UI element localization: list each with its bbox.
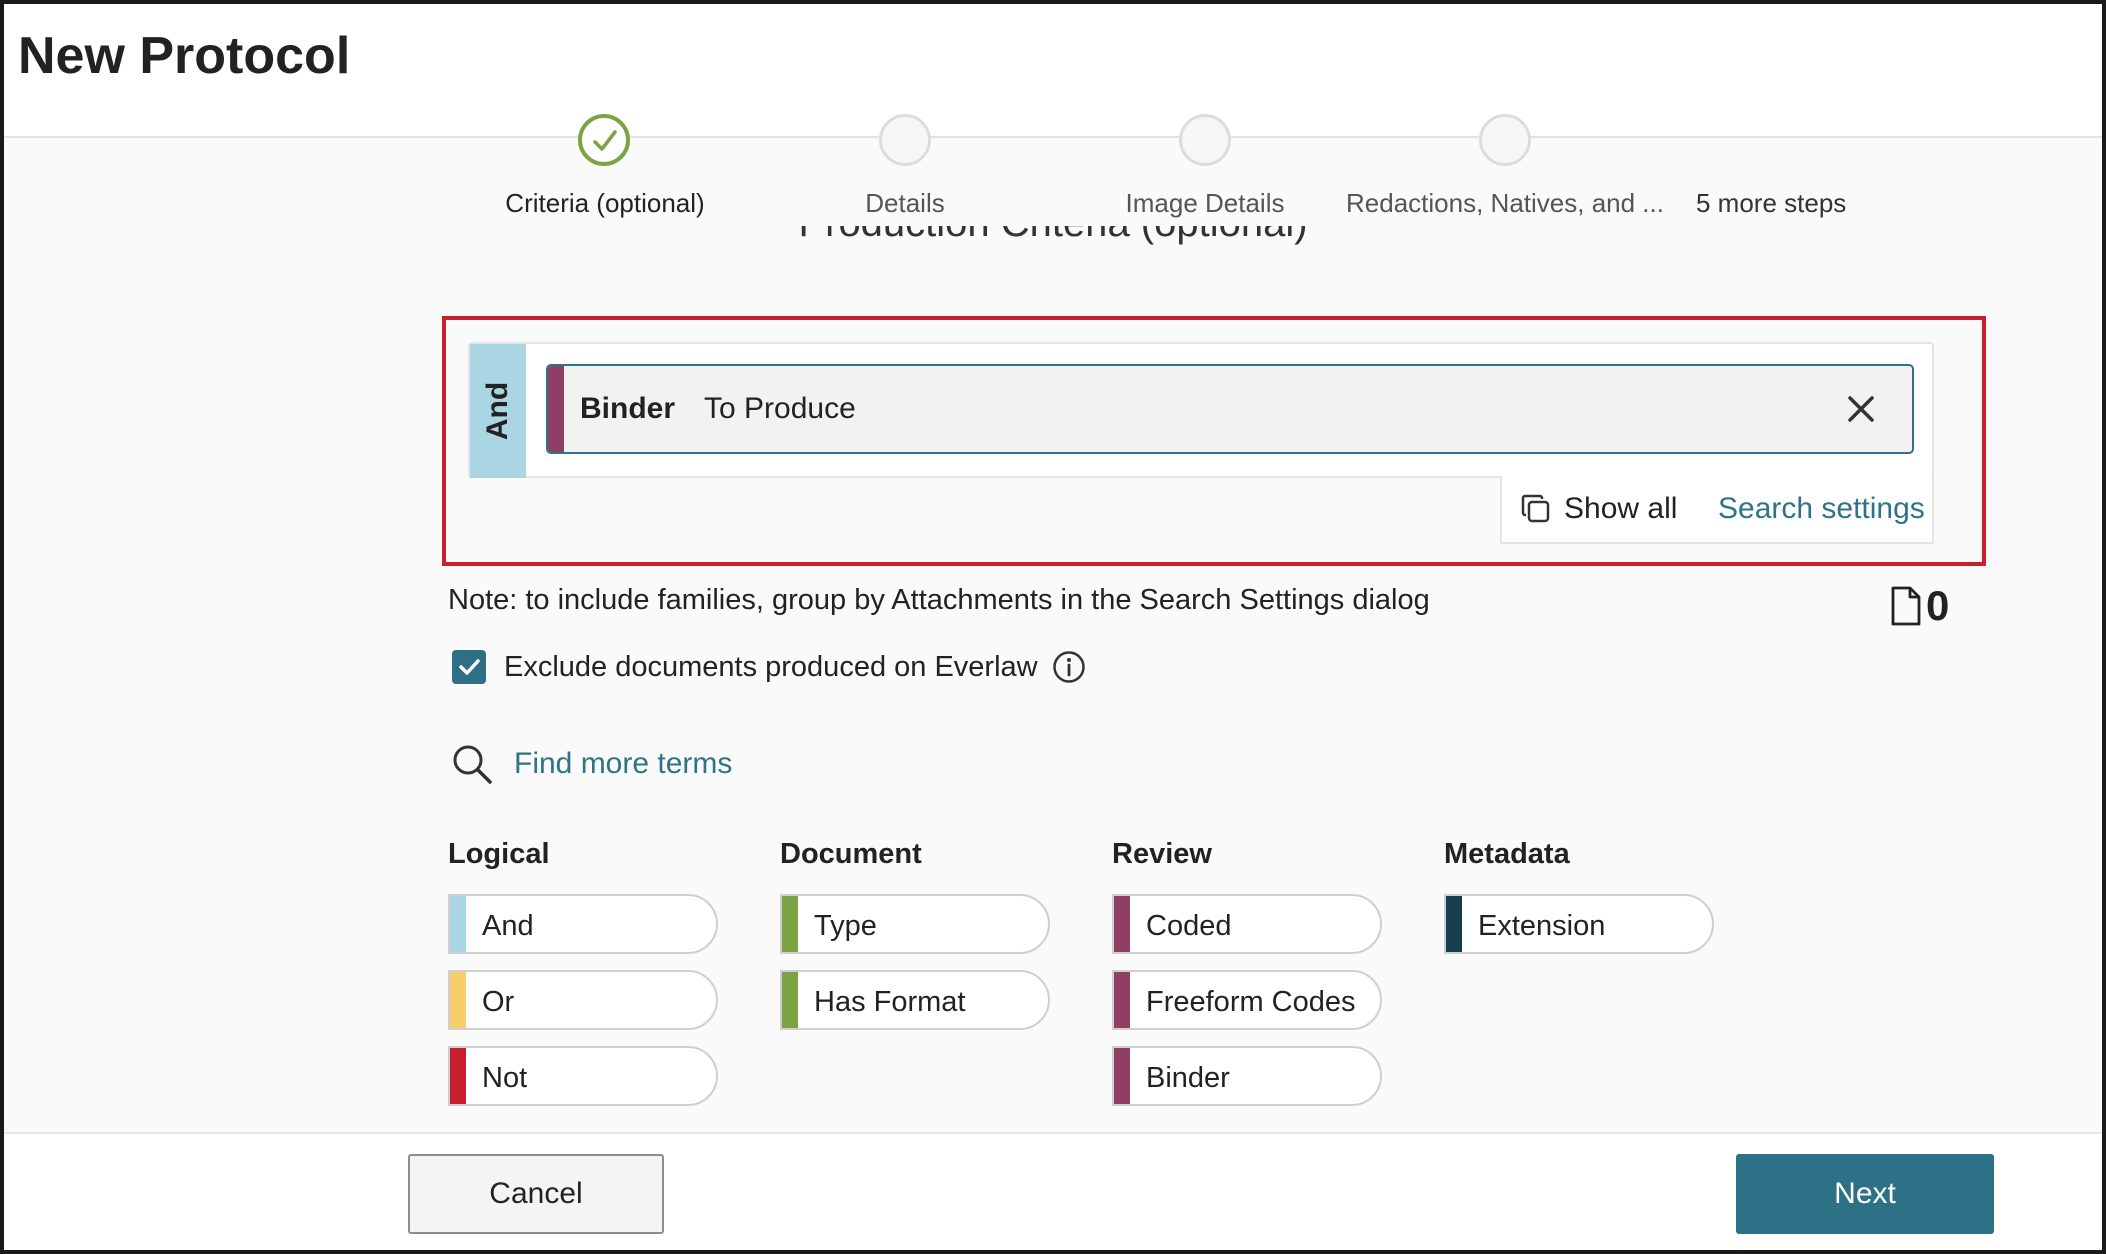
- info-icon[interactable]: [1052, 650, 1086, 684]
- step-3-label[interactable]: Image Details: [1126, 188, 1285, 219]
- protocol-dialog: New Protocol Production Criteria (option…: [0, 0, 2106, 1254]
- step-1-label[interactable]: Criteria (optional): [505, 188, 704, 219]
- palette-item-label: Extension: [1478, 910, 1606, 942]
- document-count: 0: [1890, 582, 1949, 630]
- palette-logical: Logical And Or Not: [448, 838, 718, 1106]
- palette-heading-logical: Logical: [448, 838, 550, 870]
- palette-item-label: And: [482, 910, 534, 942]
- show-all-button[interactable]: Show all: [1520, 492, 1677, 526]
- step-4-label[interactable]: Redactions, Natives, and ...: [1346, 188, 1664, 219]
- find-more-terms-label: Find more terms: [514, 747, 733, 780]
- next-button[interactable]: Next: [1736, 1154, 1994, 1234]
- term-color-bar: [548, 366, 564, 452]
- document-icon: [1891, 586, 1921, 626]
- search-settings-link[interactable]: Search settings: [1718, 492, 1925, 526]
- exclude-produced-option: Exclude documents produced on Everlaw: [452, 650, 1086, 684]
- copy-icon: [1521, 494, 1550, 523]
- cancel-button[interactable]: Cancel: [408, 1154, 664, 1234]
- step-1-complete-icon[interactable]: [578, 114, 630, 166]
- exclude-produced-checkbox[interactable]: [452, 650, 486, 684]
- palette-heading-document: Document: [780, 838, 922, 870]
- more-steps-link[interactable]: 5 more steps: [1696, 188, 1846, 219]
- step-2-circle-icon[interactable]: [879, 114, 931, 166]
- close-icon[interactable]: [1842, 390, 1880, 428]
- search-icon: [453, 745, 492, 784]
- step-4-circle-icon[interactable]: [1479, 114, 1531, 166]
- palette-item-has-format[interactable]: Has Format: [780, 970, 1050, 1030]
- term-name: Binder: [580, 392, 676, 425]
- criteria-builder: And Binder To Produce: [468, 342, 1934, 478]
- palette-item-label: Not: [482, 1062, 528, 1094]
- checkmark-icon: [459, 659, 480, 675]
- palette-heading-metadata: Metadata: [1444, 838, 1570, 870]
- group-operator-label: And: [481, 381, 514, 441]
- palette-item-type[interactable]: Type: [780, 894, 1050, 954]
- criteria-term-binder[interactable]: Binder To Produce: [546, 364, 1914, 454]
- step-2-label[interactable]: Details: [865, 188, 944, 219]
- palette-metadata: Metadata Extension: [1444, 838, 1714, 954]
- term-value: To Produce: [704, 392, 856, 425]
- palette-review: Review Coded Freeform Codes Binder: [1112, 838, 1382, 1106]
- palette-heading-review: Review: [1112, 838, 1212, 870]
- palette-item-label: Binder: [1146, 1062, 1230, 1094]
- palette-item-coded[interactable]: Coded: [1112, 894, 1382, 954]
- palette-item-label: Coded: [1146, 910, 1232, 942]
- palette-item-and[interactable]: And: [448, 894, 718, 954]
- palette-item-label: Or: [482, 986, 515, 1018]
- find-more-terms-link[interactable]: Find more terms: [450, 742, 732, 786]
- document-count-value: 0: [1926, 582, 1950, 629]
- palette-item-extension[interactable]: Extension: [1444, 894, 1714, 954]
- stepper: Criteria (optional) Details Image Detail…: [4, 4, 2102, 254]
- palette-item-label: Type: [814, 910, 877, 942]
- group-operator-tab[interactable]: And: [470, 344, 526, 478]
- palette-item-label: Freeform Codes: [1146, 986, 1356, 1018]
- palette-item-binder[interactable]: Binder: [1112, 1046, 1382, 1106]
- builder-actions: Show all Search settings: [1500, 476, 1934, 544]
- families-note: Note: to include families, group by Atta…: [448, 584, 1430, 616]
- palette-item-freeform-codes[interactable]: Freeform Codes: [1112, 970, 1382, 1030]
- palette-item-not[interactable]: Not: [448, 1046, 718, 1106]
- palette-item-label: Has Format: [814, 986, 966, 1018]
- exclude-produced-label[interactable]: Exclude documents produced on Everlaw: [504, 651, 1038, 684]
- show-all-label: Show all: [1564, 492, 1678, 525]
- step-3-circle-icon[interactable]: [1179, 114, 1231, 166]
- palette-document: Document Type Has Format: [780, 838, 1050, 1030]
- palette-item-or[interactable]: Or: [448, 970, 718, 1030]
